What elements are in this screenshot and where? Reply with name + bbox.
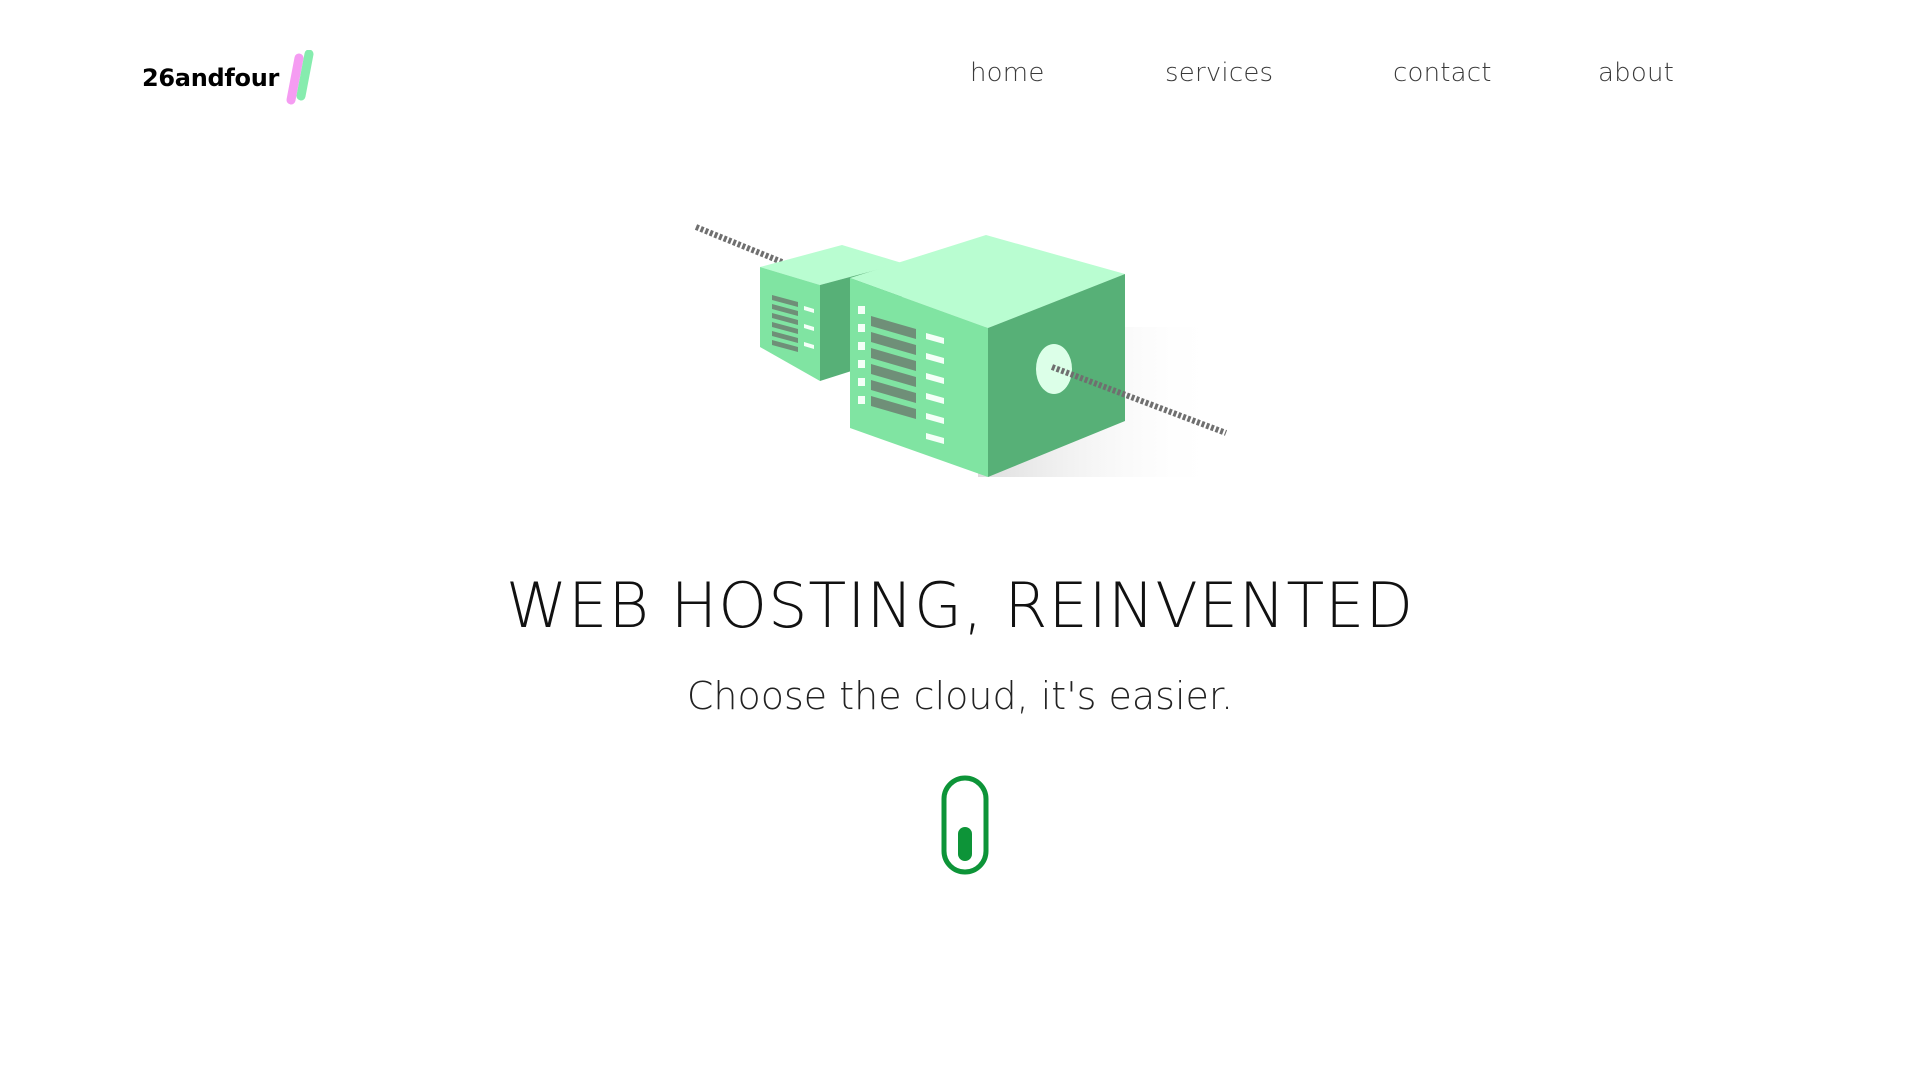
nav-contact[interactable]: contact xyxy=(1393,58,1492,88)
main-nav: home services contact about xyxy=(0,58,1920,98)
landing-page: 26andfour home services contact about WE… xyxy=(0,0,1920,1080)
mouse-scroll-icon[interactable] xyxy=(940,775,990,875)
nav-services[interactable]: services xyxy=(1165,58,1273,88)
cable-back xyxy=(694,224,784,265)
nav-home[interactable]: home xyxy=(970,58,1045,88)
hero-subtitle: Choose the cloud, it's easier. xyxy=(686,674,1234,718)
server-cubes-illustration xyxy=(694,224,1228,477)
hero-title: WEB HOSTING, REINVENTED xyxy=(505,569,1415,642)
nav-about[interactable]: about xyxy=(1598,58,1674,88)
